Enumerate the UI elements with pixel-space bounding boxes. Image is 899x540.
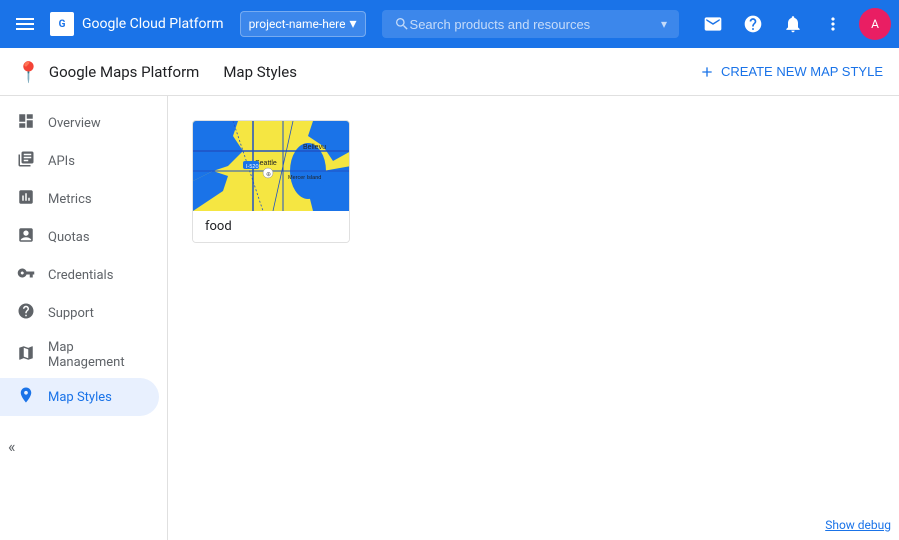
map-management-icon — [16, 344, 36, 366]
maps-pin-icon: 📍 — [16, 60, 41, 84]
apis-icon — [16, 150, 36, 172]
search-dropdown-icon[interactable]: ▾ — [661, 17, 667, 31]
svg-text:I-520: I-520 — [246, 164, 259, 170]
more-options-icon-button[interactable] — [815, 6, 851, 42]
svg-text:Bellevu: Bellevu — [303, 144, 326, 151]
main-layout: Overview APIs Metrics Quotas Credentials — [0, 96, 899, 540]
sidebar-item-label-apis: APIs — [48, 154, 75, 169]
sidebar-item-apis[interactable]: APIs — [0, 142, 159, 180]
search-bar[interactable]: ▾ — [382, 10, 679, 38]
sidebar-item-map-styles[interactable]: Map Styles — [0, 378, 159, 416]
sidebar-item-label-support: Support — [48, 306, 94, 321]
style-map-preview: Seattle Bellevu Mercer Island ⊕ I-520 — [193, 121, 350, 211]
credentials-icon — [16, 264, 36, 286]
sidebar-item-quotas[interactable]: Quotas — [0, 218, 159, 256]
user-avatar[interactable]: A — [859, 8, 891, 40]
add-icon — [699, 64, 715, 80]
gcp-logo-icon: G — [50, 12, 74, 36]
sidebar-item-label-map-management: Map Management — [48, 340, 143, 370]
bell-icon-button[interactable] — [775, 6, 811, 42]
sidebar-collapse-button[interactable]: « — [8, 437, 16, 456]
style-card-food[interactable]: Seattle Bellevu Mercer Island ⊕ I-520 fo… — [192, 120, 350, 243]
create-new-map-style-button[interactable]: CREATE NEW MAP STYLE — [699, 64, 883, 80]
notifications-icon-button[interactable] — [695, 6, 731, 42]
sidebar-item-label-metrics: Metrics — [48, 192, 92, 207]
sidebar-item-support[interactable]: Support — [0, 294, 159, 332]
show-debug-link[interactable]: Show debug — [825, 518, 891, 532]
svg-text:Mercer Island: Mercer Island — [288, 175, 321, 181]
dropdown-arrow-icon: ▾ — [350, 16, 357, 32]
hamburger-menu-button[interactable] — [8, 7, 42, 41]
help-icon-button[interactable] — [735, 6, 771, 42]
brand-title: Google Maps Platform — [49, 63, 199, 81]
search-input[interactable] — [410, 17, 661, 32]
page-title: Map Styles — [223, 63, 297, 81]
main-content: Seattle Bellevu Mercer Island ⊕ I-520 fo… — [168, 96, 899, 540]
sidebar-item-label-credentials: Credentials — [48, 268, 113, 283]
sidebar-item-credentials[interactable]: Credentials — [0, 256, 159, 294]
sidebar-item-metrics[interactable]: Metrics — [0, 180, 159, 218]
sidebar-item-map-management[interactable]: Map Management — [0, 332, 159, 378]
sidebar: Overview APIs Metrics Quotas Credentials — [0, 96, 168, 540]
top-bar-left: G Google Cloud Platform project-name-her… — [8, 7, 366, 41]
top-bar: G Google Cloud Platform project-name-her… — [0, 0, 899, 48]
map-styles-icon — [16, 386, 36, 408]
svg-text:⊕: ⊕ — [266, 171, 271, 178]
overview-icon — [16, 112, 36, 134]
style-card-label: food — [193, 211, 349, 242]
app-title: Google Cloud Platform — [82, 16, 224, 32]
project-name: project-name-here — [249, 17, 346, 31]
search-icon — [394, 16, 410, 32]
sidebar-item-overview[interactable]: Overview — [0, 104, 159, 142]
metrics-icon — [16, 188, 36, 210]
sidebar-item-label-map-styles: Map Styles — [48, 390, 112, 405]
sub-header: 📍 Google Maps Platform Map Styles CREATE… — [0, 48, 899, 96]
map-preview-svg: Seattle Bellevu Mercer Island ⊕ I-520 — [193, 121, 350, 211]
sidebar-item-label-quotas: Quotas — [48, 230, 90, 245]
brand-logo: 📍 Google Maps Platform — [16, 60, 199, 84]
quotas-icon — [16, 226, 36, 248]
project-selector[interactable]: project-name-here ▾ — [240, 11, 366, 37]
support-icon — [16, 302, 36, 324]
sidebar-item-label-overview: Overview — [48, 116, 101, 131]
top-bar-right: A — [695, 6, 891, 42]
